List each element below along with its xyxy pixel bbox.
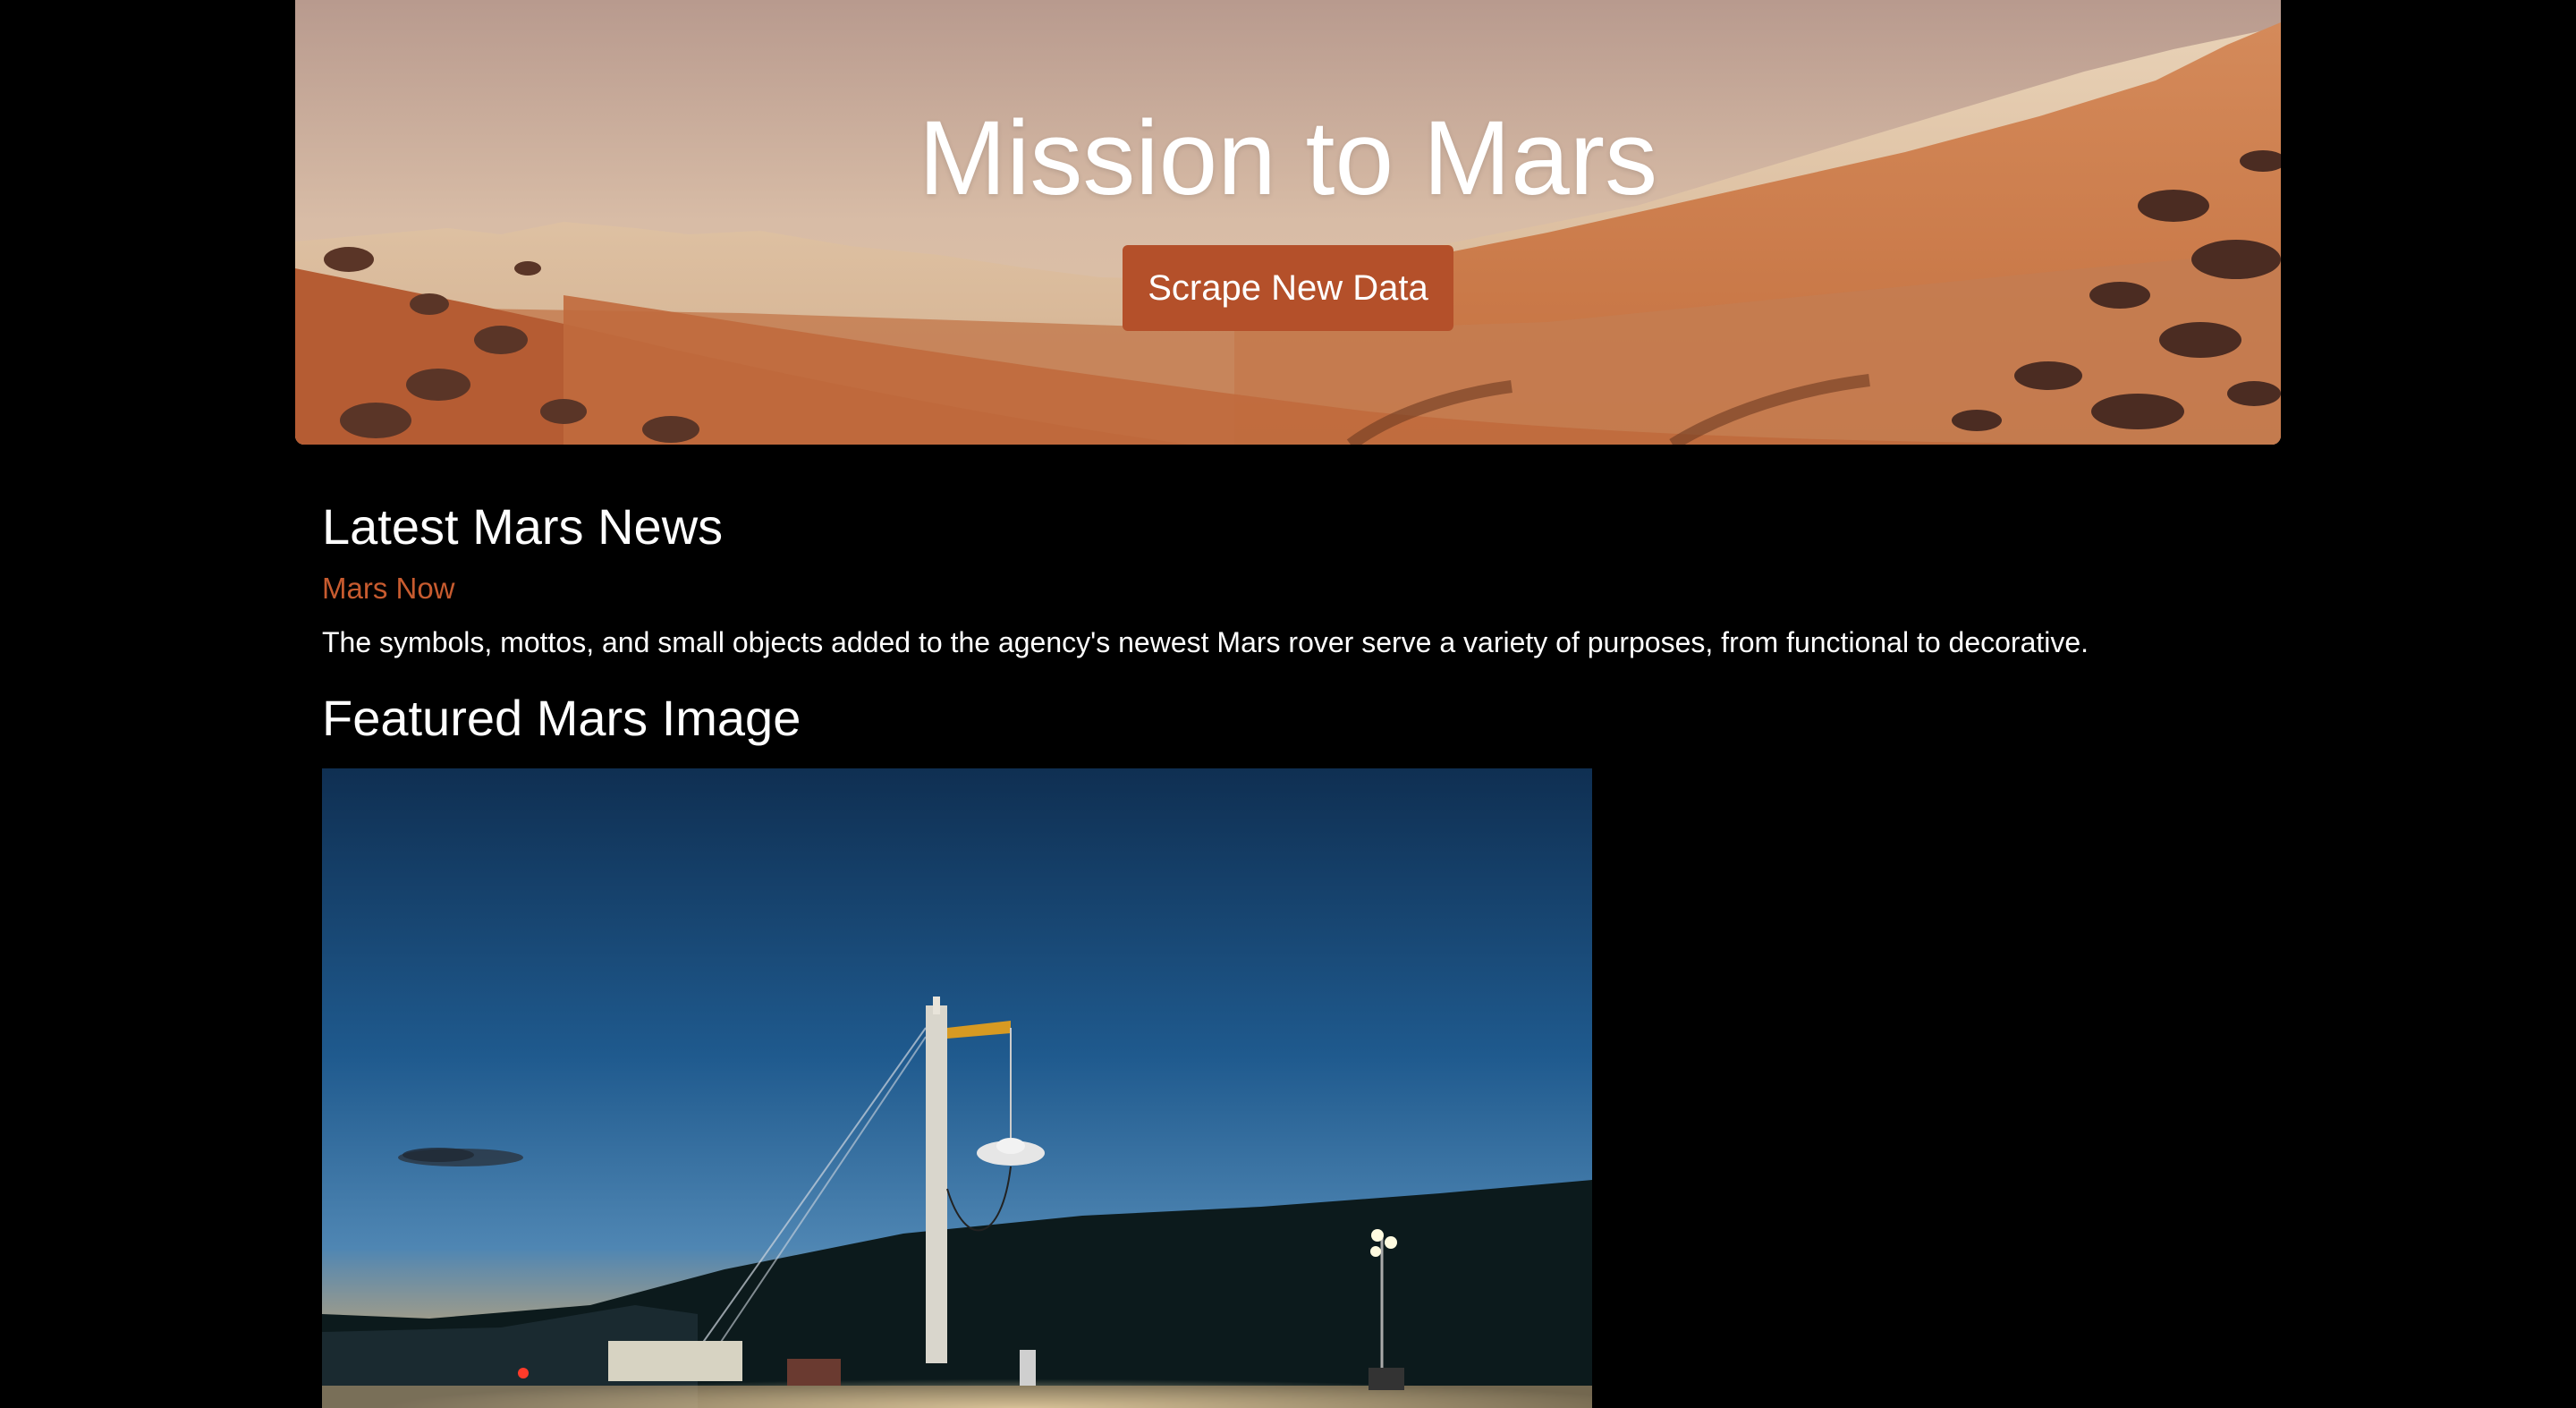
news-paragraph: The symbols, mottos, and small objects a…	[322, 625, 2089, 658]
featured-mars-image	[322, 768, 1592, 1408]
scrape-new-data-button[interactable]: Scrape New Data	[1123, 245, 1453, 331]
main-content: Latest Mars News Mars Now The symbols, m…	[322, 496, 2254, 748]
mars-landscape-image	[295, 0, 2281, 445]
page-title: Mission to Mars	[918, 99, 1658, 217]
hero-banner: Mission to Mars Scrape New Data	[295, 0, 2281, 445]
page: Mission to Mars Scrape New Data Latest M…	[0, 0, 2576, 1408]
news-headline-link[interactable]: Mars Now	[322, 571, 2254, 606]
featured-image-heading: Featured Mars Image	[322, 689, 801, 746]
latest-news-heading: Latest Mars News	[322, 498, 724, 555]
featured-image-graphic	[322, 768, 1592, 1408]
